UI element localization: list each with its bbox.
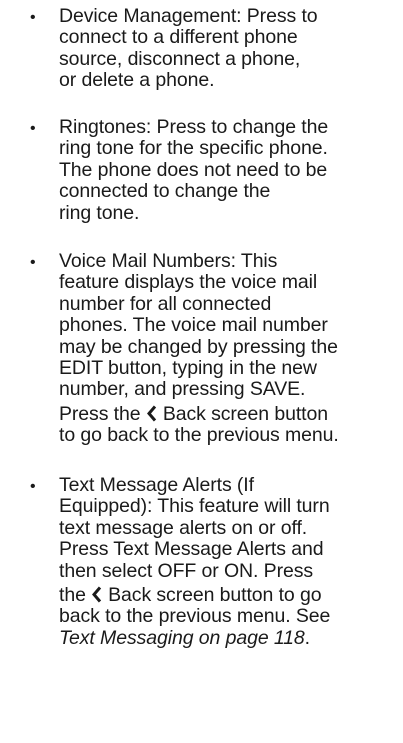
text-line: number for all connected <box>59 292 272 315</box>
text-line: phones. The voice mail number <box>59 314 328 337</box>
text-fragment: the <box>59 584 86 607</box>
cross-reference: Text Messaging on page 118 <box>59 626 305 649</box>
text-line: Press Text Message Alerts and <box>59 538 324 561</box>
text-fragment: . <box>304 626 310 649</box>
text-line: then select OFF or ON. Press <box>59 559 314 582</box>
text-line: EDIT button, typing in the new <box>59 357 317 380</box>
manual-page: • Device Management: Press to connect to… <box>0 0 403 743</box>
text-line: The phone does not need to be <box>59 158 328 181</box>
chevron-left-icon <box>146 405 157 422</box>
text-line: back to the previous menu. See <box>59 605 331 628</box>
text-line: ring tone for the specific phone. <box>59 137 328 160</box>
text-line: ring tone. <box>59 201 140 224</box>
bullet: • <box>30 120 36 137</box>
text-fragment: Back screen button <box>162 402 328 425</box>
bullet: • <box>30 254 36 271</box>
text-line: Voice Mail Numbers: This <box>59 250 278 272</box>
text-line: or delete a phone. <box>59 69 215 92</box>
item-text: Voice Mail Numbers: This feature display… <box>59 250 403 447</box>
text-line: may be changed by pressing the <box>59 335 338 358</box>
item-text: Ringtones: Press to change the ring tone… <box>59 116 403 224</box>
text-line: text message alerts on or off. <box>59 516 308 539</box>
item-text: Text Message Alerts (If Equipped): This … <box>59 474 403 649</box>
text-line: Text Messaging on page 118. <box>59 626 403 649</box>
text-line: Device Management: Press to <box>59 5 318 27</box>
bullet: • <box>30 478 36 495</box>
text-line: feature displays the voice mail <box>59 271 318 294</box>
text-line: Press the Back screen button <box>59 402 403 425</box>
text-line: Ringtones: Press to change the <box>59 116 329 138</box>
text-line: to go back to the previous menu. <box>59 424 339 447</box>
text-line: number, and pressing SAVE. <box>59 378 306 401</box>
text-line: the Back screen button to go <box>59 584 403 607</box>
text-line: connected to change the <box>59 180 271 203</box>
text-line: connect to a different phone <box>59 26 298 49</box>
chevron-left-icon <box>91 586 102 603</box>
text-line: Text Message Alerts (If <box>59 474 254 496</box>
bullet: • <box>30 9 36 26</box>
text-fragment: Back screen button to go <box>108 584 322 607</box>
item-text: Device Management: Press to connect to a… <box>59 5 403 92</box>
text-line: source, disconnect a phone, <box>59 47 301 70</box>
text-line: Equipped): This feature will turn <box>59 495 330 518</box>
text-fragment: Press the <box>59 402 141 425</box>
